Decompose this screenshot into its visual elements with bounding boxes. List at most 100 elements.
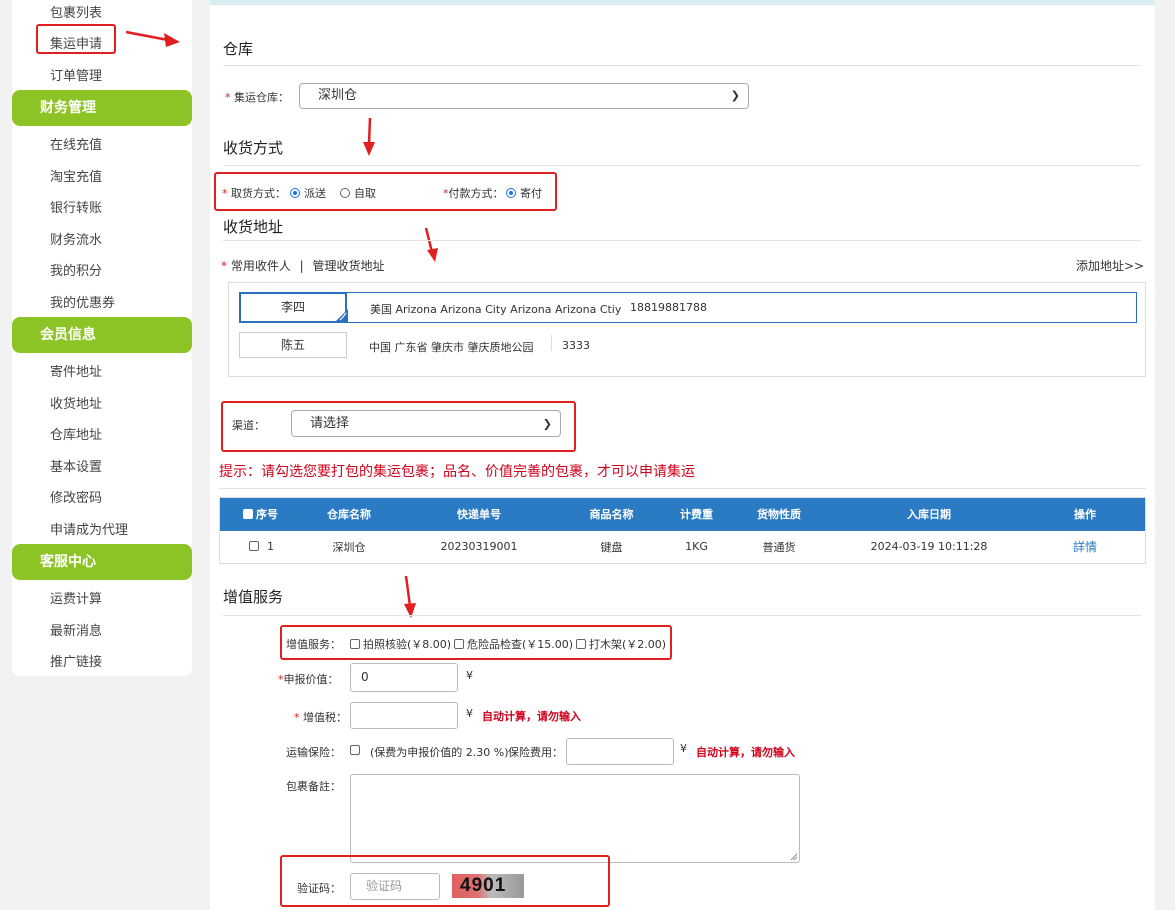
vat-input[interactable]	[350, 702, 458, 729]
column-header-warehouse: 仓库名称	[294, 497, 404, 531]
separator: |	[299, 259, 304, 273]
sidebar-group-finance[interactable]: 财务管理	[12, 90, 192, 126]
column-header-action: 操作	[1024, 497, 1146, 531]
auto-calc-note: 自动计算，请勿输入	[696, 746, 795, 759]
currency-symbol: ¥	[466, 669, 473, 682]
pickup-option-self[interactable]: 自取	[340, 185, 376, 201]
section-title-warehouse: 仓库	[223, 40, 254, 58]
declared-value-label: *申报价值：	[278, 673, 339, 686]
row-index-cell: 1	[219, 531, 294, 564]
sidebar-group-member[interactable]: 会员信息	[12, 317, 192, 353]
sidebar-item-sender-address[interactable]: 寄件地址	[50, 361, 102, 380]
service-option-danger-check[interactable]: 危险品检查(￥15.00)	[454, 636, 573, 652]
captcha-image[interactable]: 4901	[452, 874, 524, 898]
top-strip	[210, 0, 1155, 5]
sidebar: 包裹列表 集运申请 订单管理 财务管理 在线充值 淘宝充值 银行转账 财务流水 …	[12, 0, 192, 676]
manage-address-link[interactable]: 管理收货地址	[313, 259, 385, 273]
sidebar-item-my-points[interactable]: 我的积分	[50, 260, 102, 279]
insurance-rate-text: (保费为申报价值的 2.30 %)	[370, 746, 509, 759]
service-option-photo[interactable]: 拍照核验(￥8.00)	[350, 636, 451, 652]
tip-text: 提示：请勾选您要打包的集运包裹；品名、价值完善的包裹，才可以申请集运	[219, 464, 695, 480]
auto-calc-note: 自动计算，请勿输入	[482, 710, 581, 723]
payment-method-label: *付款方式：	[443, 187, 504, 200]
captcha-input[interactable]: 验证码	[350, 873, 440, 900]
column-header-date: 入库日期	[834, 497, 1024, 531]
table-header-row: 序号 仓库名称 快递单号 商品名称 计费重 货物性质 入库日期 操作	[219, 497, 1146, 531]
divider	[219, 488, 1146, 489]
captcha-label: 验证码：	[297, 882, 341, 895]
channel-label: 渠道：	[232, 419, 265, 432]
sidebar-item-finance-flow[interactable]: 财务流水	[50, 229, 102, 248]
sidebar-item-taobao-recharge[interactable]: 淘宝充值	[50, 166, 102, 185]
sidebar-item-promo-link[interactable]: 推广链接	[50, 651, 102, 670]
divider	[223, 65, 1141, 66]
sidebar-item-freight-calc[interactable]: 运费计算	[50, 588, 102, 607]
sidebar-item-package-list[interactable]: 包裹列表	[50, 2, 102, 21]
row-detail-link[interactable]: 詳情	[1024, 531, 1146, 564]
insurance-label: 运输保险：	[286, 746, 341, 759]
row-warehouse: 深圳仓	[294, 531, 404, 564]
insurance-checkbox[interactable]	[350, 744, 363, 757]
sidebar-item-warehouse-address[interactable]: 仓库地址	[50, 424, 102, 443]
annotation-arrow-icon	[125, 30, 180, 47]
radio-selected-icon	[290, 188, 300, 198]
main-panel: 仓库 * 集运仓库： 深圳仓 ❯ 收货方式 * 取货方式： 派送 自取 *付款方…	[210, 0, 1155, 910]
resize-handle-icon[interactable]	[790, 853, 798, 861]
divider	[223, 240, 1141, 241]
captcha-code: 4901	[460, 875, 507, 896]
checkbox-icon	[350, 745, 360, 755]
warehouse-select-value: 深圳仓	[318, 88, 358, 103]
remark-label: 包裹备註：	[286, 780, 341, 793]
address-name: 陈五	[239, 332, 347, 358]
divider	[551, 335, 552, 351]
sidebar-group-service[interactable]: 客服中心	[12, 544, 192, 580]
address-detail: 中国 广东省 肇庆市 肇庆质地公园	[369, 341, 534, 354]
channel-select[interactable]: 请选择 ❯	[291, 410, 561, 437]
sidebar-item-order-management[interactable]: 订单管理	[50, 65, 102, 84]
chevron-down-icon: ❯	[542, 417, 552, 430]
sidebar-item-change-password[interactable]: 修改密码	[50, 487, 102, 506]
declared-value-input[interactable]: 0	[350, 663, 458, 692]
channel-select-value: 请选择	[310, 416, 350, 431]
sidebar-item-bank-transfer[interactable]: 银行转账	[50, 197, 102, 216]
select-all-checkbox[interactable]	[243, 509, 253, 519]
insurance-fee-input[interactable]	[566, 738, 674, 765]
service-option-wood-frame[interactable]: 打木架(￥2.00)	[576, 636, 666, 652]
sidebar-item-online-recharge[interactable]: 在线充值	[50, 134, 102, 153]
chevron-down-icon: ❯	[730, 89, 740, 102]
warehouse-select[interactable]: 深圳仓 ❯	[299, 83, 749, 109]
sidebar-item-become-agent[interactable]: 申请成为代理	[50, 519, 128, 538]
column-header-tracking: 快递单号	[404, 497, 554, 531]
sidebar-item-basic-settings[interactable]: 基本设置	[50, 456, 102, 475]
checkbox-icon	[454, 639, 464, 649]
row-nature: 普通货	[724, 531, 834, 564]
checkbox-icon	[576, 639, 586, 649]
services-label: 增值服务：	[286, 638, 341, 651]
column-header-weight: 计费重	[669, 497, 724, 531]
address-name: 李四	[239, 292, 347, 323]
column-header-index: 序号	[219, 497, 294, 531]
address-list: 李四 美国 Arizona Arizona City Arizona Arizo…	[228, 282, 1146, 377]
annotation-arrow-icon	[363, 117, 375, 156]
address-row-selected[interactable]: 李四 美国 Arizona Arizona City Arizona Arizo…	[239, 292, 1137, 323]
payment-option-prepaid[interactable]: 寄付	[506, 185, 542, 201]
pickup-option-delivery[interactable]: 派送	[290, 185, 326, 201]
add-address-link[interactable]: 添加地址>>	[1076, 257, 1144, 274]
table-row: 1 深圳仓 20230319001 键盘 1KG 普通货 2024-03-19 …	[219, 531, 1146, 564]
sidebar-item-receive-address[interactable]: 收货地址	[50, 393, 102, 412]
pickup-method-label: * 取货方式：	[222, 187, 286, 200]
address-detail: 美国 Arizona Arizona City Arizona Arizona …	[370, 303, 622, 316]
row-checkbox[interactable]	[249, 541, 259, 552]
address-row[interactable]: 陈五 中国 广东省 肇庆市 肇庆质地公园 3333	[239, 332, 1137, 362]
divider	[223, 615, 1141, 616]
sidebar-item-my-coupons[interactable]: 我的优惠券	[50, 292, 115, 311]
column-header-product: 商品名称	[554, 497, 669, 531]
highlight-box	[36, 24, 116, 54]
sidebar-item-latest-news[interactable]: 最新消息	[50, 620, 102, 639]
radio-selected-icon	[506, 188, 516, 198]
annotation-arrow-icon	[424, 227, 438, 262]
divider	[223, 165, 1141, 166]
selected-check-icon	[334, 309, 348, 323]
remark-textarea[interactable]	[350, 774, 800, 863]
row-tracking: 20230319001	[404, 531, 554, 564]
